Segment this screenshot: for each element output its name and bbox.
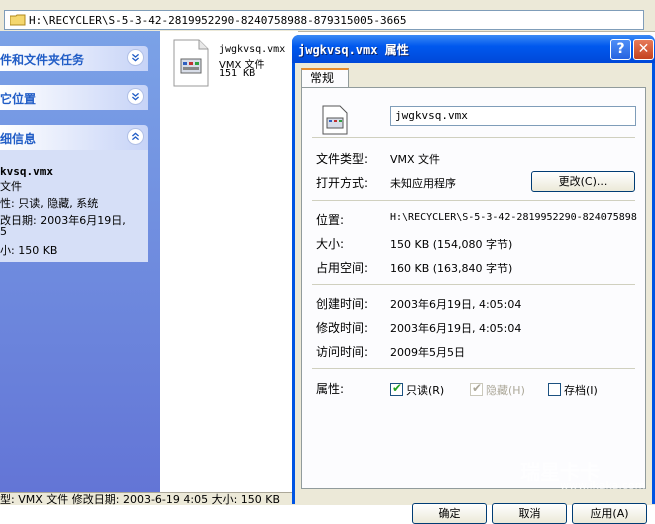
readonly-label[interactable]: 只读(R) [406, 382, 444, 398]
panel-other-places[interactable]: 它位置 [0, 85, 148, 110]
location-value: H:\RECYCLER\S-5-3-42-2819952290-82407589… [390, 212, 637, 223]
details-type: 文件 [0, 180, 22, 193]
created-label: 创建时间: [316, 297, 369, 311]
properties-dialog: jwgkvsq.vmx 属性 ? ✕ 常规 jwgkvsq.vmx 文件类型: … [292, 35, 655, 524]
chevron-down-icon[interactable] [127, 49, 144, 66]
file-size-label: 151 KB [219, 68, 256, 79]
filename-input[interactable]: jwgkvsq.vmx [390, 106, 636, 126]
dialog-body: 常规 jwgkvsq.vmx 文件类型: VMX 文件 打开方式: 未知应用程序… [295, 63, 652, 524]
separator [312, 368, 635, 369]
accessed-value: 2009年5月5日 [390, 346, 465, 359]
archive-checkbox[interactable] [548, 383, 561, 396]
apply-button[interactable]: 应用(A) [572, 503, 647, 524]
created-value: 2003年6月19日, 4:05:04 [390, 298, 522, 311]
separator [312, 200, 635, 201]
details-modified: 改日期: 2003年6月19日, [0, 214, 126, 227]
details-body: kvsq.vmx 文件 性: 只读, 隐藏, 系统 改日期: 2003年6月19… [0, 150, 148, 262]
disk-size-value: 160 KB (163,840 字节) [390, 262, 513, 275]
panel-details[interactable]: 细信息 [0, 125, 148, 150]
details-size: 小: 150 KB [0, 244, 58, 257]
panel-file-tasks-title: 件和文件夹任务 [0, 53, 85, 67]
vmx-file-icon[interactable] [173, 39, 209, 87]
readonly-checkbox[interactable]: ✔ [390, 381, 403, 396]
address-bar: H:\RECYCLER\S-5-3-42-2819952290-82407589… [0, 0, 655, 32]
separator [312, 137, 635, 138]
open-with-label: 打开方式: [316, 176, 369, 190]
folder-icon [10, 14, 26, 26]
details-filename: kvsq.vmx [0, 165, 53, 178]
type-value: VMX 文件 [390, 153, 441, 166]
general-tab-panel: jwgkvsq.vmx 文件类型: VMX 文件 打开方式: 未知应用程序 更改… [301, 87, 646, 489]
address-field[interactable]: H:\RECYCLER\S-5-3-42-2819952290-82407589… [4, 10, 644, 30]
details-modified-cont: 5 [0, 225, 7, 238]
cancel-button[interactable]: 取消 [492, 503, 567, 524]
attributes-label: 属性: [316, 382, 345, 396]
dialog-titlebar[interactable]: jwgkvsq.vmx 属性 ? ✕ [292, 35, 655, 63]
modified-label: 修改时间: [316, 321, 369, 335]
disk-size-label: 占用空间: [316, 261, 369, 275]
hidden-checkbox: ✔ [470, 381, 483, 396]
accessed-label: 访问时间: [316, 345, 369, 359]
chevron-down-icon[interactable] [127, 88, 144, 105]
panel-details-title: 细信息 [0, 132, 37, 146]
chevron-up-icon[interactable] [127, 128, 144, 145]
checkmark-icon: ✔ [472, 381, 483, 395]
watermark-url: www.ikaka.com [560, 479, 646, 492]
change-button[interactable]: 更改(C)... [531, 171, 635, 192]
details-attributes: 性: 只读, 隐藏, 系统 [0, 197, 99, 210]
ok-button[interactable]: 确定 [412, 503, 487, 524]
panel-other-places-title: 它位置 [0, 92, 37, 106]
file-name-label[interactable]: jwgkvsq.vmx [219, 44, 285, 55]
type-label: 文件类型: [316, 152, 369, 166]
size-value: 150 KB (154,080 字节) [390, 238, 513, 251]
task-pane: 件和文件夹任务 它位置 细信息 kvsq.vmx 文件 性: 只读, 隐藏, 系… [0, 31, 160, 492]
tab-general[interactable]: 常规 [301, 68, 349, 88]
location-label: 位置: [316, 213, 345, 227]
address-path: H:\RECYCLER\S-5-3-42-2819952290-82407589… [29, 14, 407, 27]
size-label: 大小: [316, 237, 345, 251]
modified-value: 2003年6月19日, 4:05:04 [390, 322, 522, 335]
file-list [160, 31, 298, 492]
file-icon [322, 105, 348, 135]
status-text: 型: VMX 文件 修改日期: 2003-6-19 4:05 大小: 150 K… [0, 493, 281, 506]
hidden-label: 隐藏(H) [486, 384, 525, 397]
help-button[interactable]: ? [610, 39, 631, 60]
panel-file-tasks[interactable]: 件和文件夹任务 [0, 46, 148, 71]
close-button[interactable]: ✕ [633, 39, 654, 60]
separator [312, 284, 635, 285]
checkmark-icon: ✔ [392, 381, 403, 395]
dialog-title: jwgkvsq.vmx 属性 [298, 43, 409, 57]
open-with-value: 未知应用程序 [390, 177, 456, 190]
archive-label[interactable]: 存档(I) [564, 382, 598, 398]
